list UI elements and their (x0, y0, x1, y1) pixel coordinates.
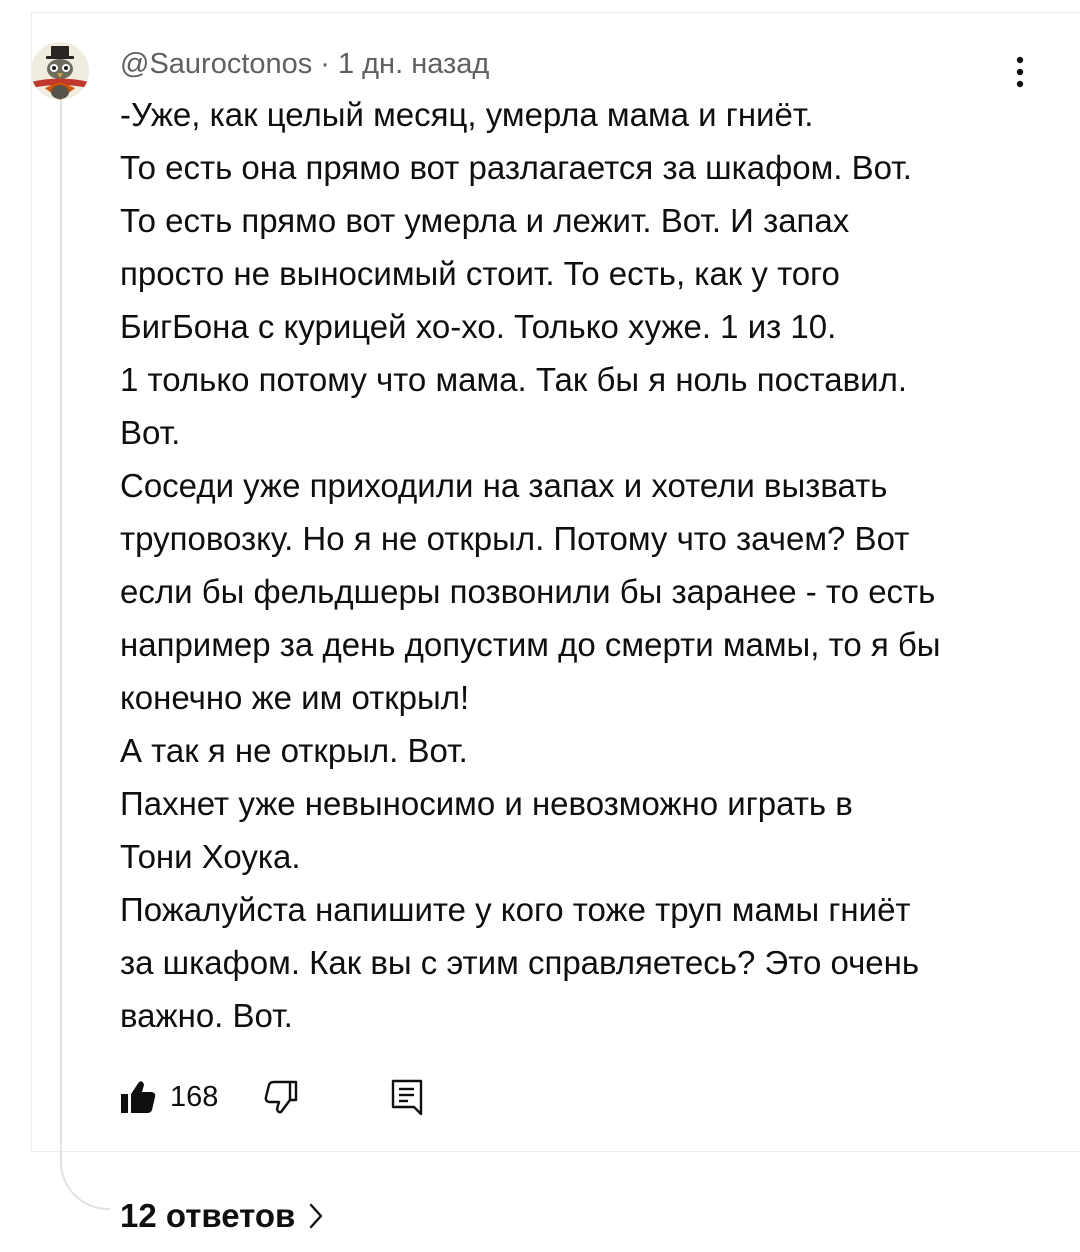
chevron-right-icon (310, 1203, 323, 1229)
comment-actions: 168 (120, 1074, 424, 1120)
comment-line: труповозку. Но я не открыл. Потому что з… (120, 520, 910, 557)
avatar-bird-icon (31, 42, 89, 100)
thread-connector (60, 100, 110, 1210)
comment-line: Пахнет уже невыносимо и невозможно играт… (120, 785, 853, 822)
thumbs-down-outline-icon (265, 1080, 298, 1114)
comment-text: -Уже, как целый месяц, умерла мама и гни… (120, 88, 1040, 1042)
reply-button[interactable] (390, 1078, 424, 1116)
replies-count-label: 12 ответов (120, 1197, 296, 1234)
comment-header: @Sauroctonos · 1 дн. назад (120, 44, 489, 84)
comment-line: 1 только потому что мама. Так бы я ноль … (120, 361, 908, 398)
view-replies-button[interactable]: 12 ответов (120, 1192, 323, 1240)
comment-line: БигБона с курицей хо-хо. Только хуже. 1 … (120, 308, 837, 345)
comment-line: важно. Вот. (120, 997, 293, 1034)
reply-comment-icon (392, 1079, 423, 1116)
comment-line: Соседи уже приходили на запах и хотели в… (120, 467, 888, 504)
comment-line: То есть прямо вот умерла и лежит. Вот. И… (120, 202, 850, 239)
like-button[interactable]: 168 (120, 1080, 218, 1114)
comment-timestamp[interactable]: 1 дн. назад (338, 48, 489, 81)
comment-line: если бы фельдшеры позвонили бы заранее -… (120, 573, 936, 610)
like-count: 168 (170, 1080, 219, 1113)
comment-line: Пожалуйста напишите у кого тоже труп мам… (120, 891, 911, 928)
more-vertical-icon (1016, 56, 1024, 88)
comment-line: Тони Хоука. (120, 838, 301, 875)
meta-separator: · (320, 47, 330, 80)
comment-line: например за день допустим до смерти мамы… (120, 626, 941, 663)
comment-line: То есть она прямо вот разлагается за шка… (120, 149, 912, 186)
comment-line: -Уже, как целый месяц, умерла мама и гни… (120, 96, 814, 133)
comment-line: за шкафом. Как вы с этим справляетесь? Э… (120, 944, 920, 981)
thumbs-up-filled-icon (121, 1081, 156, 1113)
comment-line: А так я не открыл. Вот. (120, 732, 468, 769)
author-name[interactable]: @Sauroctonos (120, 48, 312, 81)
avatar[interactable] (31, 42, 89, 100)
comment-line: Вот. (120, 414, 181, 451)
dislike-button[interactable] (264, 1080, 300, 1114)
comment-line: конечно же им открыл! (120, 679, 470, 716)
comment-line: просто не выносимый стоит. То есть, как … (120, 255, 840, 292)
